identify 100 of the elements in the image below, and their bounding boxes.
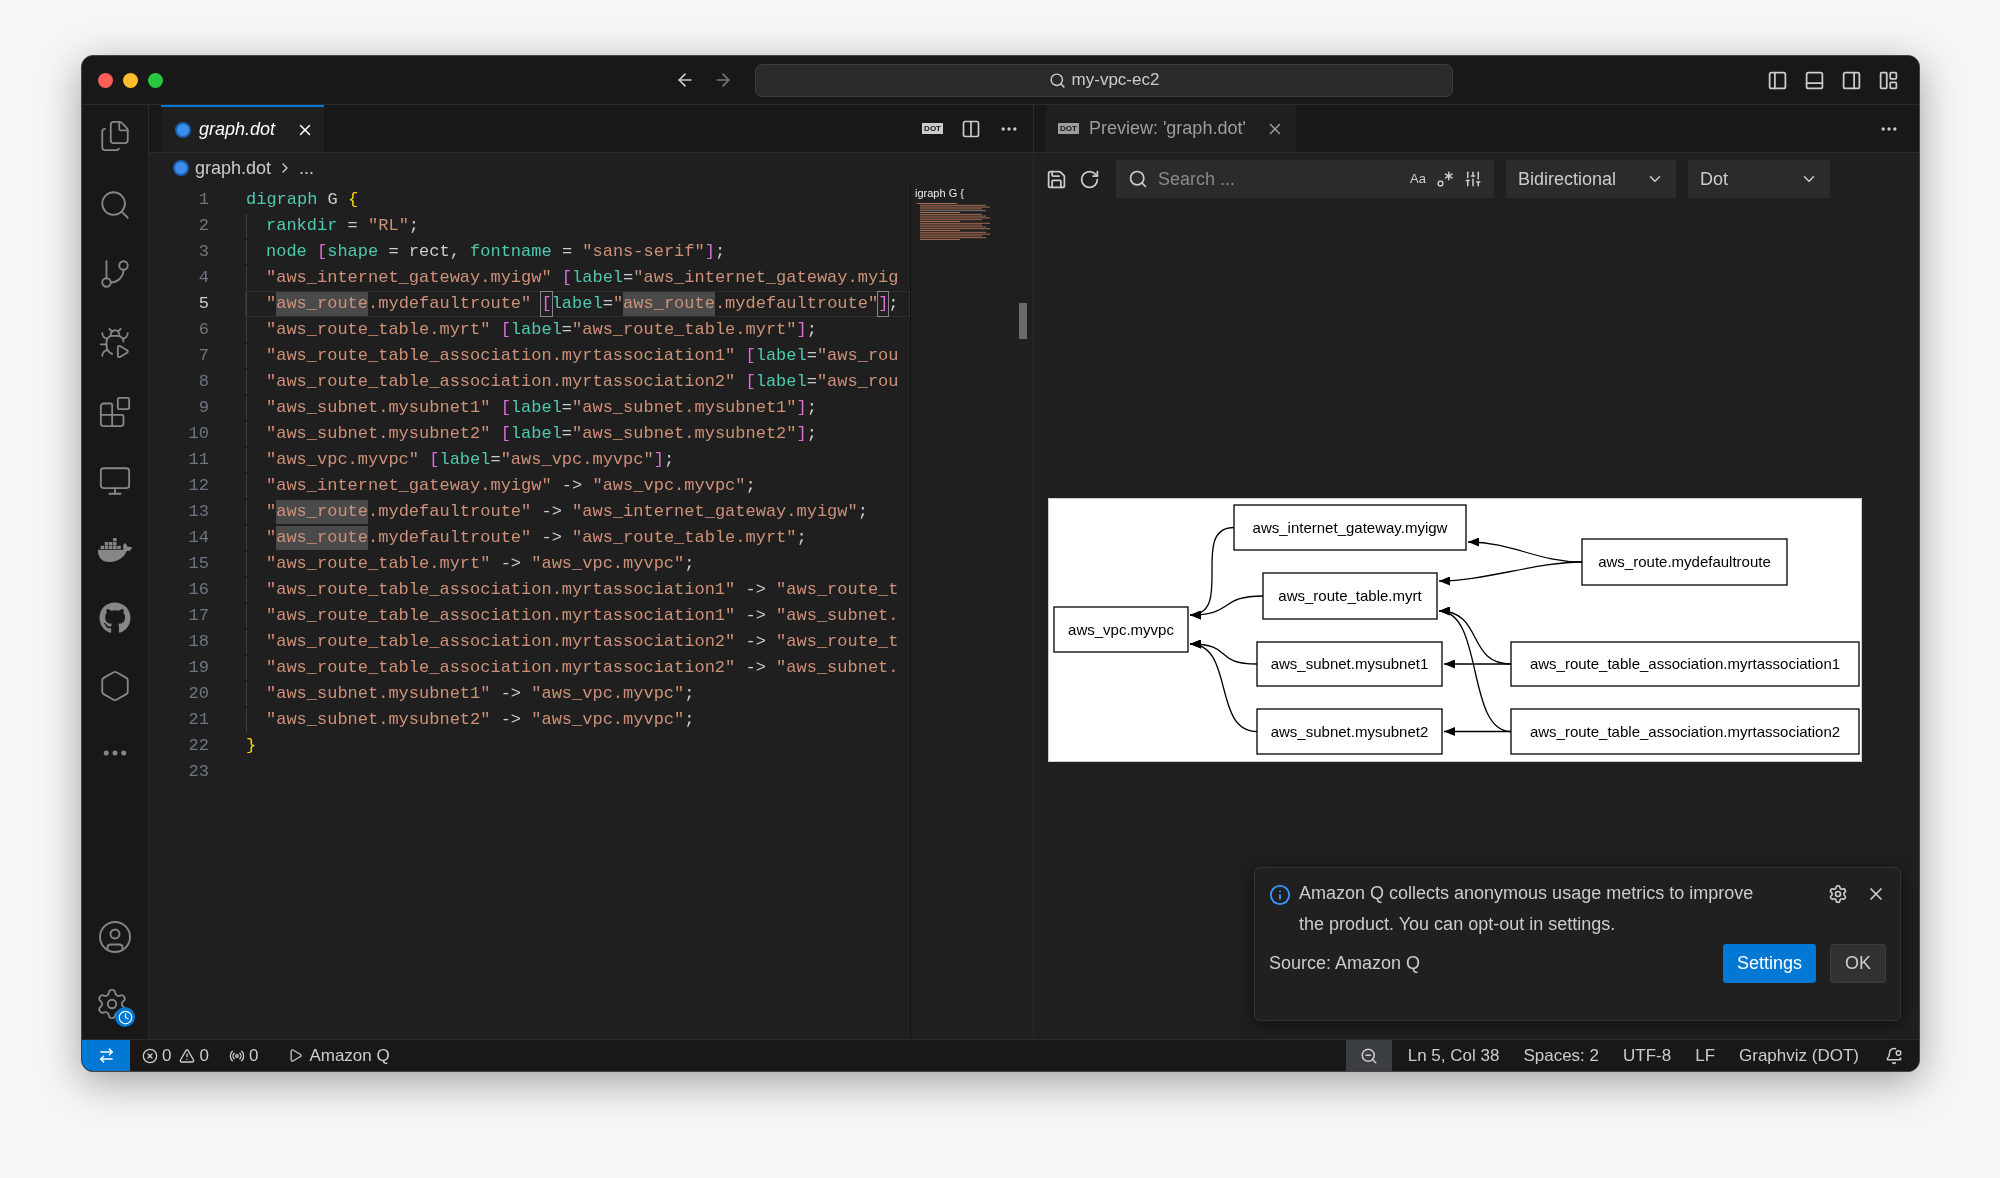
amazon-q-item[interactable]: Amazon Q — [288, 1040, 390, 1071]
save-icon[interactable] — [1046, 168, 1067, 190]
encoding-item[interactable]: UTF-8 — [1623, 1040, 1672, 1071]
zoom-out-button[interactable] — [1345, 1040, 1392, 1071]
dot-badge[interactable]: DOT — [922, 123, 943, 134]
line-number: 23 — [187, 761, 209, 783]
code-line: "aws_route_table_association.myrtassociation2" [label="aws_rou — [245, 369, 910, 395]
close-window-button[interactable] — [98, 72, 113, 88]
settings-icon[interactable] — [95, 987, 135, 1027]
search-icon[interactable] — [98, 188, 132, 222]
preview-tab[interactable]: DOT Preview: 'graph.dot' — [1046, 105, 1296, 152]
line-number: 5 — [197, 293, 209, 315]
match-case-toggle[interactable]: Aa — [1410, 169, 1426, 189]
direction-dropdown[interactable]: Bidirectional — [1506, 160, 1676, 198]
search-field[interactable]: Search ... Aa — [1116, 160, 1494, 198]
bell-icon[interactable] — [1885, 1046, 1903, 1065]
graph-node: aws_route.mydefaultroute — [1581, 538, 1788, 586]
code-line: "aws_vpc.myvpc" [label="aws_vpc.myvpc"]; — [245, 447, 910, 473]
github-icon[interactable] — [99, 602, 131, 634]
graph-node: aws_route_table.myrt — [1262, 572, 1438, 620]
files-icon[interactable] — [98, 119, 132, 153]
line-number: 14 — [187, 527, 209, 549]
line-number: 9 — [197, 397, 209, 419]
line-number: 8 — [197, 371, 209, 393]
code-line: "aws_route.mydefaultroute" -> "aws_route_table.myrt"; — [245, 525, 910, 551]
graph-node: aws_route_table_association.myrtassociation1 — [1510, 641, 1860, 687]
scrollbar-thumb[interactable] — [1019, 303, 1027, 339]
zoom-out-icon — [1359, 1046, 1378, 1065]
breadcrumb-item[interactable]: ... — [299, 154, 315, 182]
code-line: node [shape = rect, fontname = "sans-serif"]; — [245, 239, 910, 265]
blocks-icon[interactable] — [98, 395, 132, 429]
line-number: 22 — [187, 735, 209, 757]
arrows-icon — [97, 1047, 115, 1064]
account-icon[interactable] — [97, 919, 133, 955]
panel-right-icon[interactable] — [1841, 69, 1862, 91]
amazon-q-label: Amazon Q — [309, 1044, 390, 1067]
info-icon — [1269, 884, 1291, 906]
code-line: "aws_subnet.mysubnet2" [label="aws_subnet.mysubnet2"]; — [245, 421, 910, 447]
warning-count: 0 — [199, 1044, 209, 1067]
panel-bottom-icon[interactable] — [1804, 69, 1825, 91]
split-editor-icon[interactable] — [961, 118, 981, 139]
ports-count: 0 — [248, 1044, 259, 1067]
breadcrumb-item[interactable]: graph.dot — [195, 154, 272, 182]
graph-node: aws_subnet.mysubnet2 — [1256, 708, 1443, 755]
regex-icon[interactable] — [1436, 170, 1454, 188]
search-icon — [1128, 169, 1148, 189]
line-number: 4 — [197, 267, 209, 289]
notification-message: Amazon Q collects anonymous usage metrics to improve the product. You can opt-out in settings. — [1299, 882, 1755, 936]
indentation-item[interactable]: Spaces: 2 — [1523, 1040, 1599, 1071]
secondary-button[interactable]: OK — [1830, 944, 1886, 983]
graph-node: aws_internet_gateway.myigw — [1233, 504, 1467, 551]
eol-item[interactable]: LF — [1695, 1040, 1716, 1071]
panel-left-icon[interactable] — [1767, 69, 1788, 91]
line-number: 10 — [187, 423, 209, 445]
line-number: 3 — [197, 241, 209, 263]
code-line: "aws_route.mydefaultroute" -> "aws_internet_gateway.myigw"; — [245, 499, 910, 525]
minimize-window-button[interactable] — [123, 72, 138, 88]
line-number: 7 — [197, 345, 209, 367]
code-line: rankdir = "RL"; — [245, 213, 910, 239]
code-line: "aws_subnet.mysubnet2" -> "aws_vpc.myvpc"; — [245, 707, 910, 733]
layout-icon[interactable] — [1878, 69, 1899, 91]
play-icon — [288, 1048, 304, 1063]
graph-node: aws_vpc.myvpc — [1053, 606, 1189, 653]
line-number: 11 — [187, 449, 209, 471]
line-number: 12 — [187, 475, 209, 497]
filter-icon[interactable] — [1464, 170, 1482, 188]
code-line: "aws_route_table_association.myrtassociation1" -> "aws_subnet. — [245, 603, 910, 629]
line-number: 18 — [187, 631, 209, 653]
warning-icon — [179, 1047, 196, 1064]
graph-node: aws_route_table_association.myrtassociation2 — [1510, 708, 1860, 755]
hexagon-icon[interactable] — [98, 669, 132, 703]
zoom-window-button[interactable] — [148, 72, 163, 88]
code-line: "aws_route_table_association.myrtassociation1" -> "aws_route_t — [245, 577, 910, 603]
language-item[interactable]: Graphviz (DOT) — [1739, 1040, 1859, 1071]
command-center[interactable]: my-vpc-ec2 — [755, 63, 1453, 97]
engine-dropdown[interactable]: Dot — [1688, 160, 1830, 198]
code-line: "aws_subnet.mysubnet1" [label="aws_subnet.mysubnet1"]; — [245, 395, 910, 421]
cursor-position[interactable]: Ln 5, Col 38 — [1407, 1040, 1500, 1071]
bug-play-icon[interactable] — [98, 326, 132, 360]
ports-item[interactable]: 0 — [228, 1040, 259, 1071]
settings-icon[interactable] — [1828, 884, 1848, 904]
line-number: 1 — [197, 189, 209, 211]
code-line: } — [245, 735, 258, 757]
graph-node: aws_subnet.mysubnet1 — [1256, 641, 1443, 687]
monitor-icon[interactable] — [98, 464, 132, 498]
code-line: "aws_internet_gateway.myigw" -> "aws_vpc.myvpc"; — [245, 473, 910, 499]
minimap-sticky-text: igraph G { — [915, 186, 964, 201]
refresh-icon[interactable] — [1079, 168, 1100, 190]
primary-button[interactable]: Settings — [1722, 944, 1816, 983]
code-line: "aws_subnet.mysubnet1" -> "aws_vpc.myvpc"; — [245, 681, 910, 707]
code-line: "aws_route_table_association.myrtassociation1" [label="aws_rou — [245, 343, 910, 369]
line-number: 21 — [187, 709, 209, 731]
editor-tab[interactable]: graph.dot — [161, 105, 324, 152]
remote-button[interactable] — [82, 1040, 130, 1071]
line-number: 20 — [187, 683, 209, 705]
code-line: "aws_route_table.myrt" [label="aws_route_table.myrt"]; — [245, 317, 910, 343]
problems-item[interactable]: 0 0 — [142, 1040, 209, 1071]
file-icon — [173, 160, 189, 176]
branch-icon[interactable] — [98, 257, 132, 291]
line-number: 15 — [187, 553, 209, 575]
